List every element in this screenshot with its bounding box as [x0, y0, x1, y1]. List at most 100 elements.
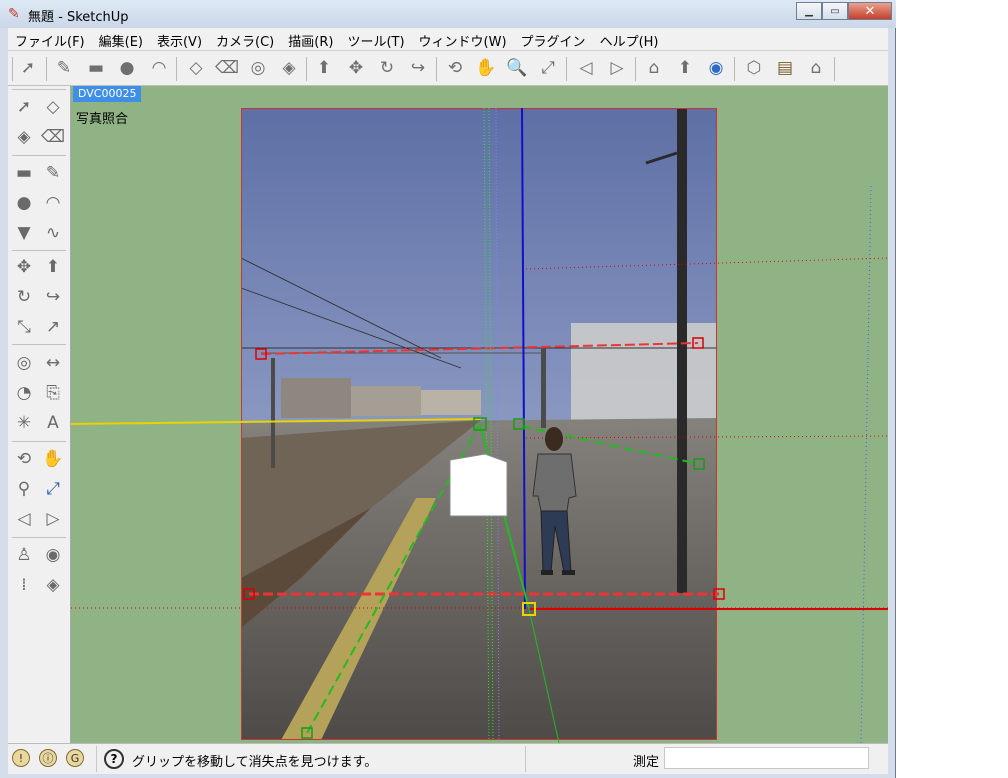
follow-me-icon[interactable]: ↪: [406, 56, 430, 80]
tape-measure-icon[interactable]: ◎: [11, 350, 37, 376]
previous-view-icon[interactable]: ◁: [11, 506, 37, 532]
status-message: グリップを移動して消失点を見つけます。: [132, 755, 378, 770]
zoom-extents-icon[interactable]: ⤢: [40, 476, 66, 502]
photo-match-overlay: [71, 107, 888, 743]
polygon-icon[interactable]: ▼: [11, 220, 37, 246]
menu-draw[interactable]: 描画(R): [281, 28, 340, 50]
dimension-icon[interactable]: ↔: [40, 350, 66, 376]
select-icon[interactable]: ➚: [11, 94, 37, 120]
menu-plugins[interactable]: プラグイン: [514, 28, 593, 50]
section-plane-icon[interactable]: ◈: [40, 572, 66, 598]
sign-in-icon[interactable]: G: [66, 749, 84, 767]
get-models-icon[interactable]: ⬆: [673, 56, 697, 80]
toolbar-separator: [12, 537, 66, 538]
move-icon[interactable]: ✥: [11, 254, 37, 280]
menu-tools[interactable]: ツール(T): [340, 28, 411, 50]
follow-me-icon[interactable]: ↪: [40, 284, 66, 310]
3d-warehouse-icon[interactable]: ⌂: [642, 56, 666, 80]
toolbar-separator: [566, 57, 567, 81]
credits-icon[interactable]: ⓘ: [39, 749, 57, 767]
pencil-icon[interactable]: ✎: [52, 56, 76, 80]
toolbar-separator: [176, 57, 177, 81]
menu-window[interactable]: ウィンドウ(W): [412, 28, 514, 50]
title-bar: ✎ 無題 - SketchUp ▁ ▭ ✕: [0, 0, 896, 28]
make-component-icon[interactable]: ◇: [40, 94, 66, 120]
menu-file[interactable]: ファイル(F): [8, 28, 92, 50]
rectangle-icon[interactable]: ▬: [11, 160, 37, 186]
pencil-icon[interactable]: ✎: [40, 160, 66, 186]
layer-icon[interactable]: ▤: [773, 56, 797, 80]
component-icon[interactable]: ⬡: [742, 56, 766, 80]
arc-icon[interactable]: ◠: [40, 190, 66, 216]
minimize-button[interactable]: ▁: [796, 2, 822, 20]
look-around-icon[interactable]: ◉: [40, 542, 66, 568]
status-bar: ! ⓘ G ? グリップを移動して消失点を見つけます。 測定: [8, 743, 888, 774]
offset-icon[interactable]: ↗: [40, 314, 66, 340]
orbit-icon[interactable]: ⟲: [443, 56, 467, 80]
window-title: 無題 - SketchUp: [28, 10, 129, 25]
move-icon[interactable]: ✥: [344, 56, 368, 80]
scale-figure: [532, 427, 577, 575]
toolbar-separator: [12, 250, 66, 251]
status-separator: [96, 746, 97, 772]
drawing-viewport[interactable]: DVC00025 写真照合: [71, 86, 888, 743]
position-camera-icon[interactable]: ♙: [11, 542, 37, 568]
next-view-icon[interactable]: ▷: [40, 506, 66, 532]
close-button[interactable]: ✕: [848, 2, 892, 20]
menu-view[interactable]: 表示(V): [150, 28, 209, 50]
protractor-icon[interactable]: ◔: [11, 380, 37, 406]
previous-view-icon[interactable]: ◁: [574, 56, 598, 80]
3d-text-icon[interactable]: A: [40, 410, 66, 436]
menu-help[interactable]: ヘルプ(H): [593, 28, 666, 50]
toolbar-separator: [834, 57, 835, 81]
left-toolbar: ➚ ◇ ◈ ⌫ ▬ ✎ ● ◠ ▼ ∿ ✥ ⬆ ↻ ↪ ⤡ ↗ ◎ ↔ ◔ ⎘ …: [8, 86, 71, 743]
text-icon[interactable]: ⎘: [40, 380, 66, 406]
circle-icon[interactable]: ●: [11, 190, 37, 216]
rotate-icon[interactable]: ↻: [11, 284, 37, 310]
toolbar-separator: [436, 57, 437, 81]
scale-icon[interactable]: ⤡: [11, 314, 37, 340]
paint-bucket-icon[interactable]: ◈: [277, 56, 301, 80]
next-view-icon[interactable]: ▷: [605, 56, 629, 80]
toolbar-separator: [46, 57, 47, 81]
maximize-button[interactable]: ▭: [822, 2, 848, 20]
house-icon[interactable]: ⌂: [804, 56, 828, 80]
freehand-icon[interactable]: ∿: [40, 220, 66, 246]
toolbar-separator: [12, 89, 66, 90]
zoom-icon[interactable]: 🔍: [505, 56, 529, 80]
toolbar-separator: [734, 57, 735, 81]
zoom-extents-icon[interactable]: ⤢: [536, 56, 560, 80]
menu-bar: ファイル(F) 編集(E) 表示(V) カメラ(C) 描画(R) ツール(T) …: [8, 28, 888, 51]
push-pull-icon[interactable]: ⬆: [312, 56, 336, 80]
tape-measure-icon[interactable]: ◎: [246, 56, 270, 80]
pan-icon[interactable]: ✋: [40, 446, 66, 472]
menu-camera[interactable]: カメラ(C): [209, 28, 281, 50]
google-earth-icon[interactable]: ◉: [704, 56, 728, 80]
rectangle-icon[interactable]: ▬: [84, 56, 108, 80]
rotate-icon[interactable]: ↻: [375, 56, 399, 80]
toolbar-separator: [12, 441, 66, 442]
orbit-icon[interactable]: ⟲: [11, 446, 37, 472]
measurements-label: 測定: [633, 755, 660, 770]
push-pull-icon[interactable]: ⬆: [40, 254, 66, 280]
measurements-box[interactable]: [664, 747, 869, 769]
pan-icon[interactable]: ✋: [474, 56, 498, 80]
geo-location-icon[interactable]: !: [12, 749, 30, 767]
arc-icon[interactable]: ◠: [147, 56, 171, 80]
walk-icon[interactable]: ⁞: [11, 572, 37, 598]
sketchup-app-icon: ✎: [8, 6, 20, 22]
scene-tab[interactable]: DVC00025: [73, 86, 142, 102]
eraser-icon[interactable]: ⌫: [40, 124, 66, 150]
toolbar-separator: [12, 344, 66, 345]
toolbar-separator: [306, 57, 307, 81]
help-icon[interactable]: ?: [104, 749, 124, 769]
zoom-icon[interactable]: ⚲: [11, 476, 37, 502]
make-component-icon[interactable]: ◇: [184, 56, 208, 80]
status-separator: [525, 746, 526, 772]
eraser-icon[interactable]: ⌫: [215, 56, 239, 80]
paint-bucket-icon[interactable]: ◈: [11, 124, 37, 150]
menu-edit[interactable]: 編集(E): [92, 28, 150, 50]
select-icon[interactable]: ➚: [16, 56, 40, 80]
axes-icon[interactable]: ✳: [11, 410, 37, 436]
circle-icon[interactable]: ●: [115, 56, 139, 80]
